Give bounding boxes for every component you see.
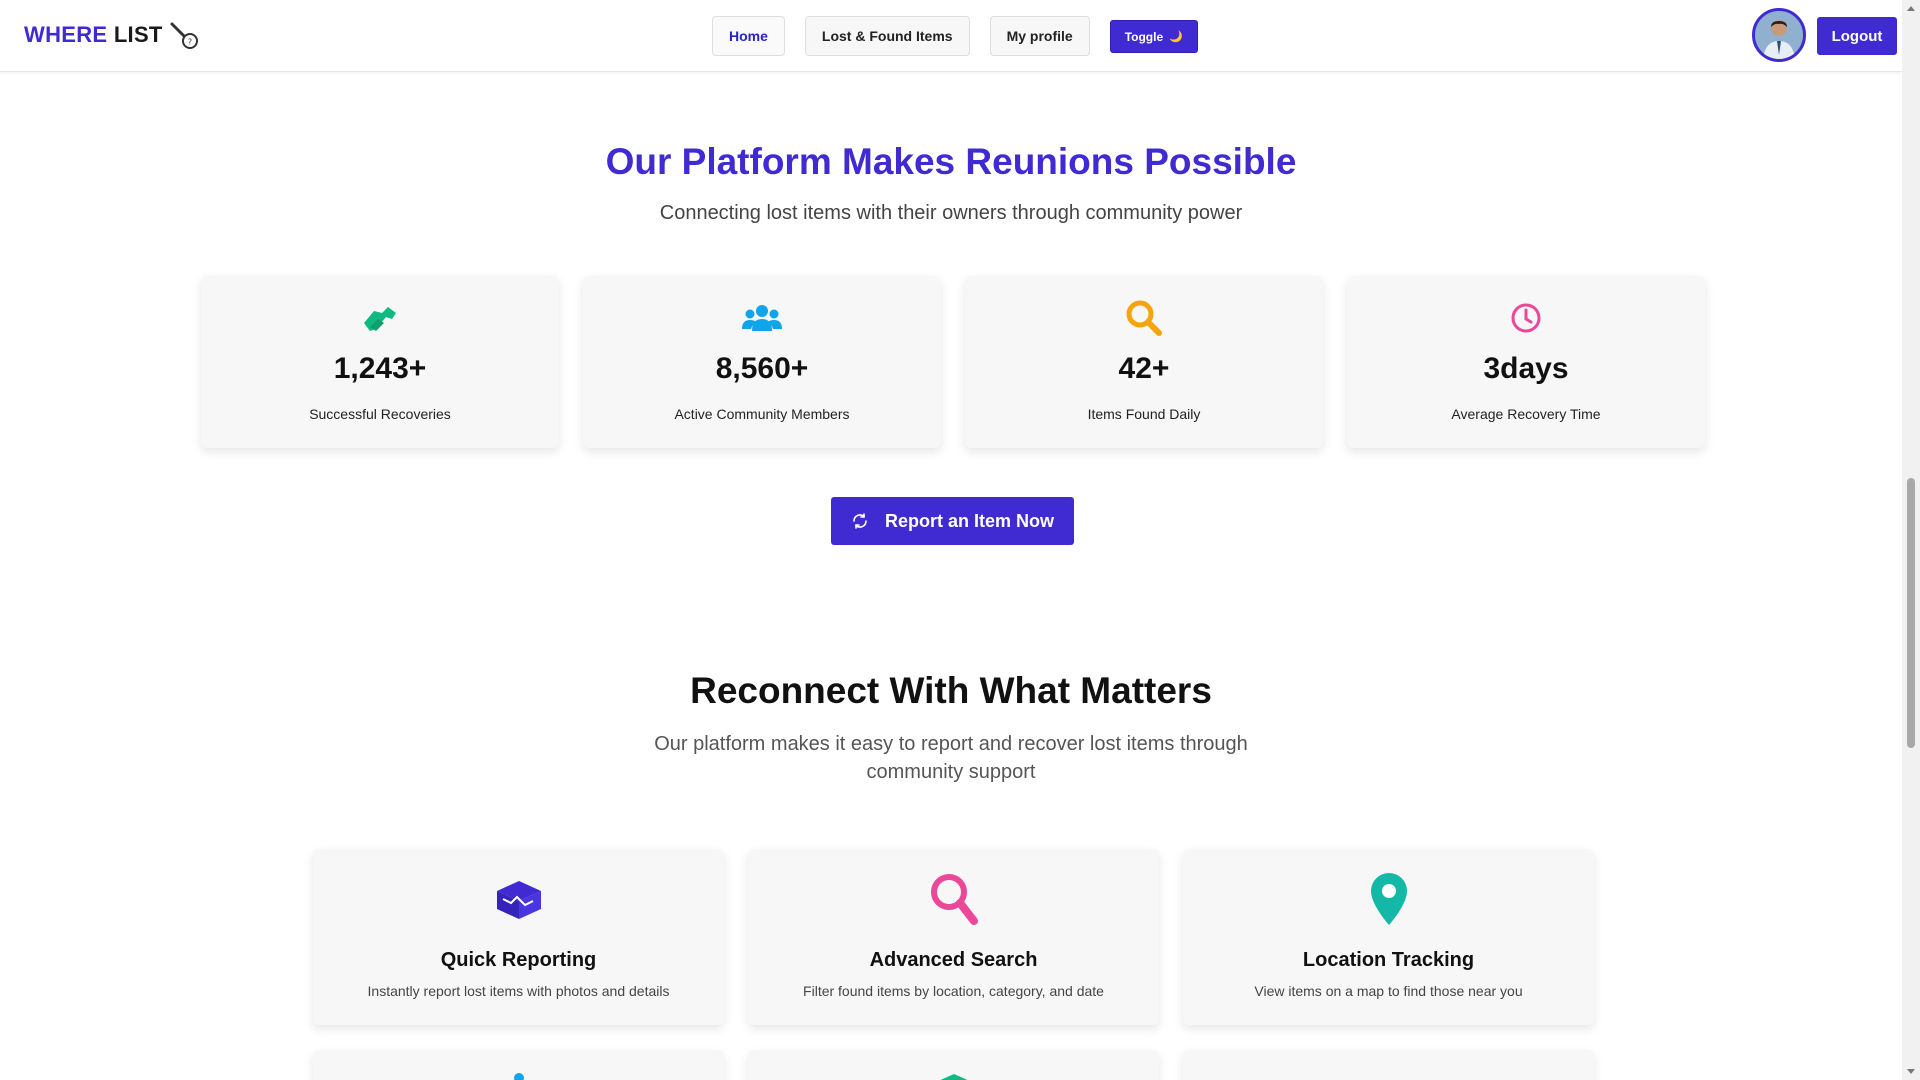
feature-card-partial — [748, 1050, 1159, 1080]
feature-card-advanced-search: Advanced Search Filter found items by lo… — [748, 849, 1159, 1025]
feature-desc: Instantly report lost items with photos … — [367, 983, 670, 999]
moon-icon: 🌙 — [1169, 31, 1183, 43]
svg-text:?: ? — [188, 38, 192, 47]
toggle-label: Toggle — [1124, 29, 1164, 44]
feature-title: Advanced Search — [869, 949, 1038, 971]
clock-icon — [1347, 300, 1705, 336]
feature-card-location-tracking: Location Tracking View items on a map to… — [1183, 849, 1594, 1025]
stat-value: 42+ — [1118, 352, 1170, 385]
stat-card-recovery-time: 3days Average Recovery Time — [1347, 276, 1705, 448]
feature-card-partial — [1183, 1050, 1594, 1080]
logo[interactable]: WHERE LIST — [24, 22, 163, 48]
features-subtitle: Our platform makes it easy to report and… — [0, 730, 1902, 786]
features-row-2 — [313, 1050, 1594, 1080]
logo-word-where: WHERE — [24, 22, 108, 47]
search-icon — [748, 871, 1159, 927]
box-icon — [313, 871, 724, 927]
scroll-down-icon[interactable] — [1907, 1069, 1915, 1074]
partial-icon — [514, 1073, 524, 1080]
stat-label: Active Community Members — [674, 406, 850, 422]
stat-value: 3days — [1483, 352, 1569, 385]
features-subtitle-line2: community support — [866, 761, 1036, 783]
stat-label: Average Recovery Time — [1451, 406, 1601, 422]
stat-card-recoveries: 1,243+ Successful Recoveries — [201, 276, 559, 448]
stat-card-items-found: 42+ Items Found Daily — [965, 276, 1323, 448]
feature-title: Location Tracking — [1302, 949, 1475, 971]
page: WHERE LIST ? Home Lost & Found Items My … — [0, 0, 1920, 1080]
report-item-button[interactable]: Report an Item Now — [831, 497, 1074, 545]
scroll-up-icon[interactable] — [1907, 6, 1915, 11]
feature-card-quick-reporting: Quick Reporting Instantly report lost it… — [313, 849, 724, 1025]
stat-card-members: 8,560+ Active Community Members — [583, 276, 941, 448]
feature-title: Quick Reporting — [440, 949, 597, 971]
nav-lost-found-button[interactable]: Lost & Found Items — [804, 16, 970, 56]
feature-desc: View items on a map to find those near y… — [1254, 983, 1523, 999]
feature-desc: Filter found items by location, category… — [803, 983, 1104, 999]
hero-subtitle: Connecting lost items with their owners … — [659, 202, 1243, 224]
logout-button[interactable]: Logout — [1817, 17, 1897, 55]
partial-icon — [940, 1074, 968, 1080]
nav-my-profile-button[interactable]: My profile — [989, 16, 1090, 56]
refresh-icon — [853, 513, 867, 529]
stat-label: Items Found Daily — [1087, 406, 1201, 422]
nav-home-button[interactable]: Home — [712, 16, 785, 56]
stat-value: 1,243+ — [333, 352, 427, 385]
theme-toggle-button[interactable]: Toggle 🌙 — [1109, 20, 1198, 53]
feature-card-partial — [313, 1050, 724, 1080]
hero-title: Our Platform Makes Reunions Possible — [605, 141, 1297, 182]
vertical-scrollbar[interactable] — [1902, 0, 1920, 1080]
map-pin-icon — [1183, 871, 1594, 927]
navbar: WHERE LIST ? Home Lost & Found Items My … — [0, 0, 1902, 72]
handshake-icon — [201, 300, 559, 336]
features-row: Quick Reporting Instantly report lost it… — [313, 849, 1594, 1025]
avatar-image-icon — [1755, 11, 1803, 59]
avatar[interactable] — [1752, 8, 1806, 62]
stat-value: 8,560+ — [715, 352, 809, 385]
users-icon — [583, 300, 941, 336]
search-icon — [965, 300, 1323, 336]
stat-label: Successful Recoveries — [309, 406, 451, 422]
report-item-label: Report an Item Now — [884, 510, 1054, 531]
logo-word-list: LIST — [113, 22, 163, 47]
features-subtitle-line1: Our platform makes it easy to report and… — [654, 733, 1248, 755]
features-title: Reconnect With What Matters — [690, 670, 1212, 711]
stats-row: 1,243+ Successful Recoveries 8,560+ Acti… — [201, 276, 1705, 448]
magnifier-logo-icon: ? — [170, 22, 198, 49]
nav-links: Home Lost & Found Items My profile Toggl… — [712, 16, 1198, 56]
scroll-thumb[interactable] — [1907, 478, 1915, 748]
